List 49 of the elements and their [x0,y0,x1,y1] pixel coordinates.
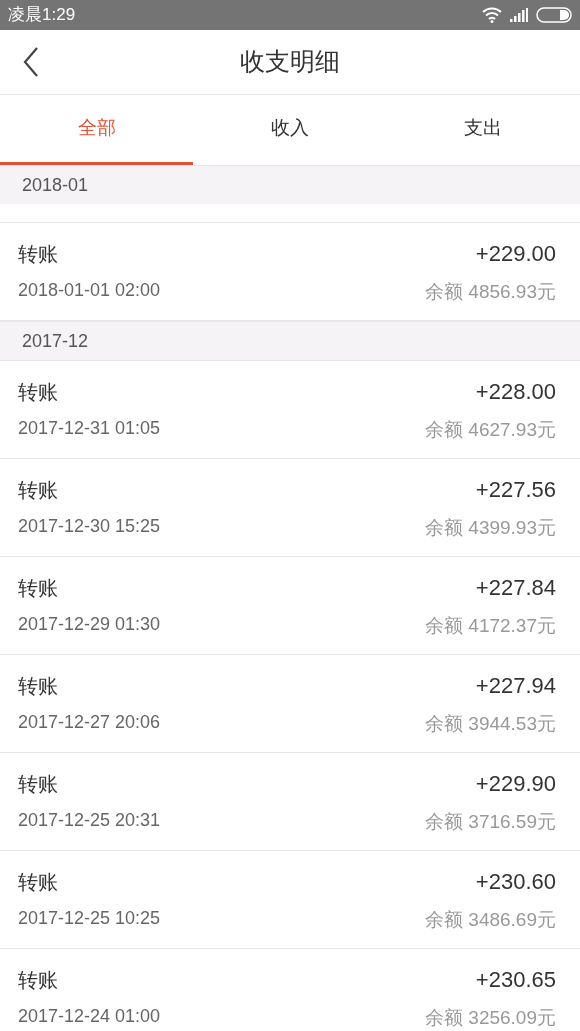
balance-text: 余额 4399.93元 [425,515,556,540]
transaction-type: 转账 [18,380,59,405]
back-icon [23,47,39,77]
transaction-time: 2017-12-25 20:31 [18,809,161,832]
balance-text: 余额 3256.09元 [425,1005,556,1030]
month-label: 2018-01 [22,173,89,197]
balance-text: 余额 4627.93元 [425,417,556,442]
transaction-amount: +229.90 [475,769,556,798]
transaction-time: 2017-12-31 01:05 [18,417,161,440]
balance-text: 余额 4172.37元 [425,613,556,638]
transaction-type: 转账 [18,870,59,895]
transaction-amount: +227.94 [475,671,556,700]
tab[interactable]: 收入 [193,95,387,165]
transaction-type: 转账 [18,674,59,699]
transaction-amount: +230.65 [475,965,556,994]
transaction-row[interactable]: 转账 2017-12-25 20:31 +229.90 余额 3716.59元 [0,753,580,851]
transaction-type: 转账 [18,576,59,601]
transaction-time: 2017-12-27 20:06 [18,711,161,734]
transaction-amount: +229.00 [475,239,556,268]
signal-icon [510,8,528,22]
transaction-amount: +227.84 [475,573,556,602]
transaction-time: 2017-12-30 15:25 [18,515,161,538]
transaction-row[interactable]: 转账 2017-12-30 15:25 +227.56 余额 4399.93元 [0,459,580,557]
status-time: 凌晨1:29 [8,4,76,27]
transaction-type: 转账 [18,968,59,993]
transaction-row[interactable]: 转账 2017-12-31 01:05 +228.00 余额 4627.93元 [0,361,580,459]
transaction-time: 2017-12-29 01:30 [18,613,161,636]
transaction-time: 2017-12-24 01:00 [18,1005,161,1028]
transaction-amount: +228.00 [475,377,556,406]
transaction-amount: +230.60 [475,867,556,896]
transaction-row[interactable]: 转账 2017-12-27 20:06 +227.94 余额 3944.53元 [0,655,580,753]
balance-text: 余额 3944.53元 [425,711,556,736]
month-label: 2017-12 [22,329,89,353]
wifi-icon [482,7,502,23]
transaction-row[interactable]: 转账 2017-12-24 01:00 +230.65 余额 3256.09元 [0,949,580,1031]
page-title: 收支明细 [240,46,340,78]
balance-text: 余额 3716.59元 [425,809,556,834]
balance-text: 余额 3486.69元 [425,907,556,932]
transaction-row[interactable]: 转账 2017-12-29 01:30 +227.84 余额 4172.37元 [0,557,580,655]
transaction-time: 2018-01-01 02:00 [18,279,161,302]
transaction-row[interactable]: 转账 2017-12-25 10:25 +230.60 余额 3486.69元 [0,851,580,949]
balance-text: 余额 4856.93元 [425,279,556,304]
transaction-type: 转账 [18,242,59,267]
battery-icon [536,7,572,23]
transaction-amount: +227.56 [475,475,556,504]
transaction-time: 2017-12-25 10:25 [18,907,161,930]
transaction-type: 转账 [18,772,59,797]
transaction-type: 转账 [18,478,59,503]
tab[interactable]: 支出 [386,95,580,165]
